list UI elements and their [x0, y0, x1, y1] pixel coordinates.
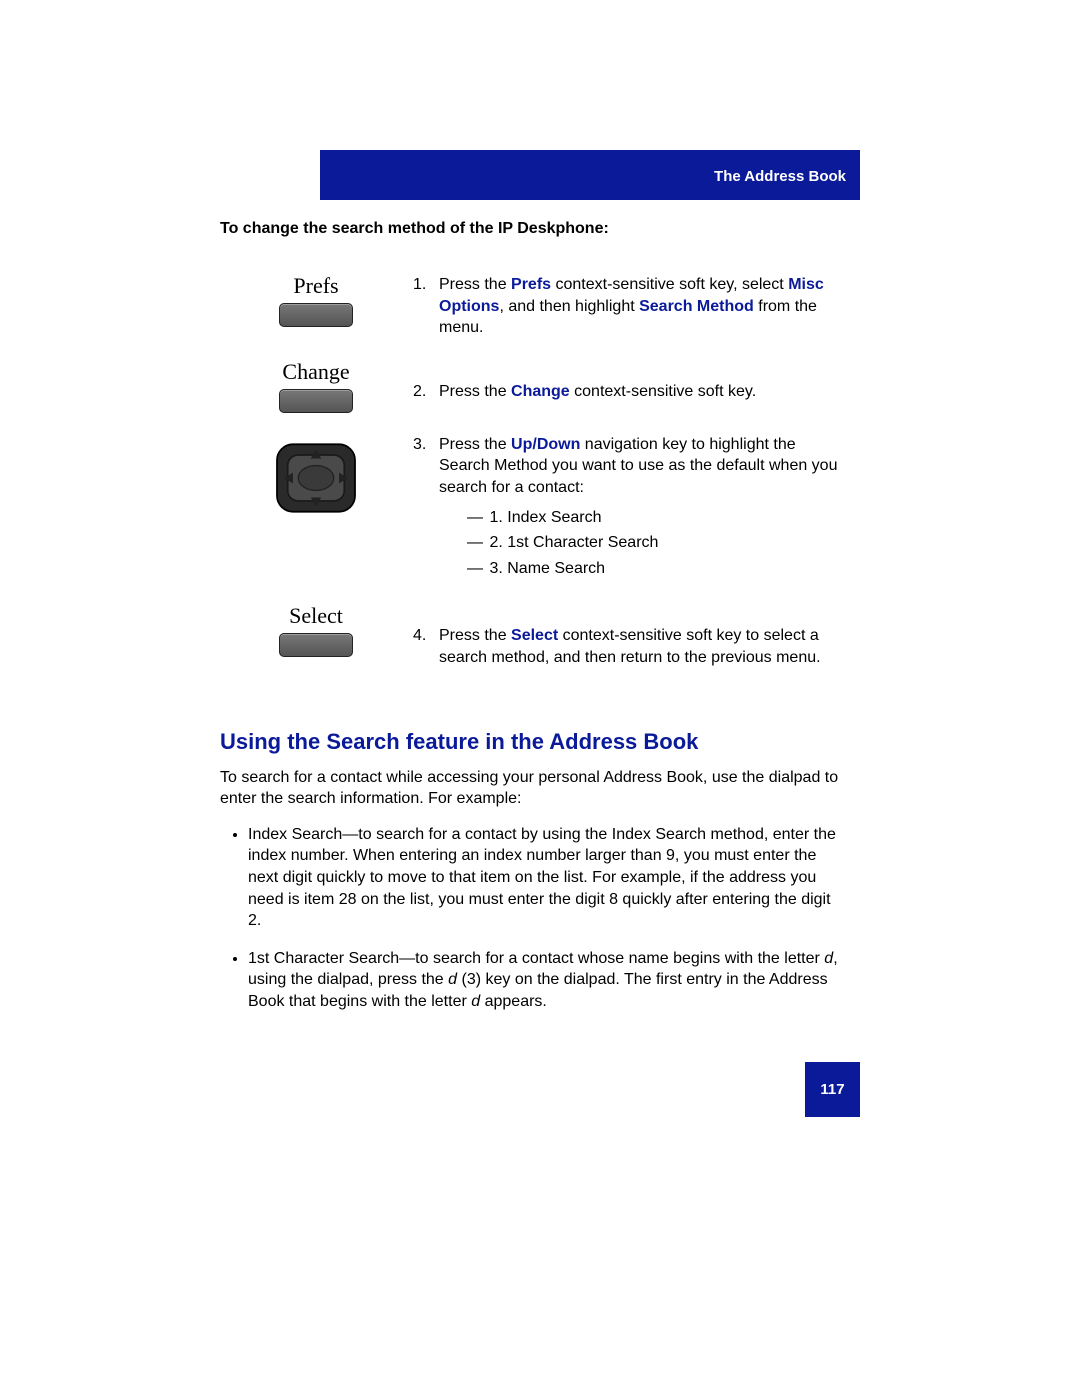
keyword-up: Up — [511, 436, 532, 453]
step-num-1: 1. — [413, 274, 439, 339]
page: The Address Book To change the search me… — [0, 0, 1080, 1397]
bullet-list: Index Search—to search for a contact by … — [220, 824, 840, 1013]
step-row-2: Change 2. Press the Change context-sensi… — [220, 359, 840, 433]
key-label-select: Select — [221, 603, 411, 629]
keyword-down: Down — [537, 436, 581, 453]
softkey-icon — [279, 389, 353, 413]
step-body-3: Press the Up/Down navigation key to high… — [439, 434, 839, 584]
softkey-icon — [279, 633, 353, 657]
page-number: 117 — [805, 1062, 860, 1117]
bullet-index-search: Index Search—to search for a contact by … — [248, 824, 840, 932]
step-num-3: 3. — [413, 434, 439, 584]
section-intro: To change the search method of the IP De… — [220, 220, 840, 238]
steps-table: Prefs 1. Press the Prefs context-sensiti… — [220, 273, 840, 689]
step-text-1: 1. Press the Prefs context-sensitive sof… — [412, 273, 840, 359]
step-body-4: Press the Select context-sensitive soft … — [439, 625, 839, 668]
keyword-search-method: Search Method — [639, 298, 754, 315]
step-row-3: 3. Press the Up/Down navigation key to h… — [220, 433, 840, 604]
search-method-list: 1. Index Search 2. 1st Character Search … — [439, 507, 839, 580]
header-bar: The Address Book — [320, 150, 860, 200]
content-area: To change the search method of the IP De… — [220, 220, 840, 1028]
list-item: 1. Index Search — [467, 507, 839, 529]
section-heading: Using the Search feature in the Address … — [220, 729, 840, 755]
navigation-key-icon — [271, 439, 361, 517]
step-num-4: 4. — [413, 625, 439, 668]
key-label-change: Change — [221, 359, 411, 385]
list-item: 3. Name Search — [467, 558, 839, 580]
step-body-1: Press the Prefs context-sensitive soft k… — [439, 274, 839, 339]
keyword-change: Change — [511, 383, 570, 400]
key-cell-navkey — [220, 433, 412, 604]
list-item: 2. 1st Character Search — [467, 532, 839, 554]
key-cell-prefs: Prefs — [220, 273, 412, 359]
section-paragraph: To search for a contact while accessing … — [220, 767, 840, 810]
step-body-2: Press the Change context-sensitive soft … — [439, 381, 839, 403]
keyword-prefs: Prefs — [511, 276, 551, 293]
keyword-select: Select — [511, 627, 558, 644]
step-row-1: Prefs 1. Press the Prefs context-sensiti… — [220, 273, 840, 359]
bullet-first-char-search: 1st Character Search—to search for a con… — [248, 948, 840, 1013]
step-text-4: 4. Press the Select context-sensitive so… — [412, 603, 840, 688]
key-label-prefs: Prefs — [221, 273, 411, 299]
key-cell-change: Change — [220, 359, 412, 433]
step-row-4: Select 4. Press the Select context-sensi… — [220, 603, 840, 688]
key-cell-select: Select — [220, 603, 412, 688]
step-text-2: 2. Press the Change context-sensitive so… — [412, 359, 840, 433]
header-title: The Address Book — [714, 168, 846, 185]
softkey-icon — [279, 303, 353, 327]
step-num-2: 2. — [413, 381, 439, 403]
step-text-3: 3. Press the Up/Down navigation key to h… — [412, 433, 840, 604]
